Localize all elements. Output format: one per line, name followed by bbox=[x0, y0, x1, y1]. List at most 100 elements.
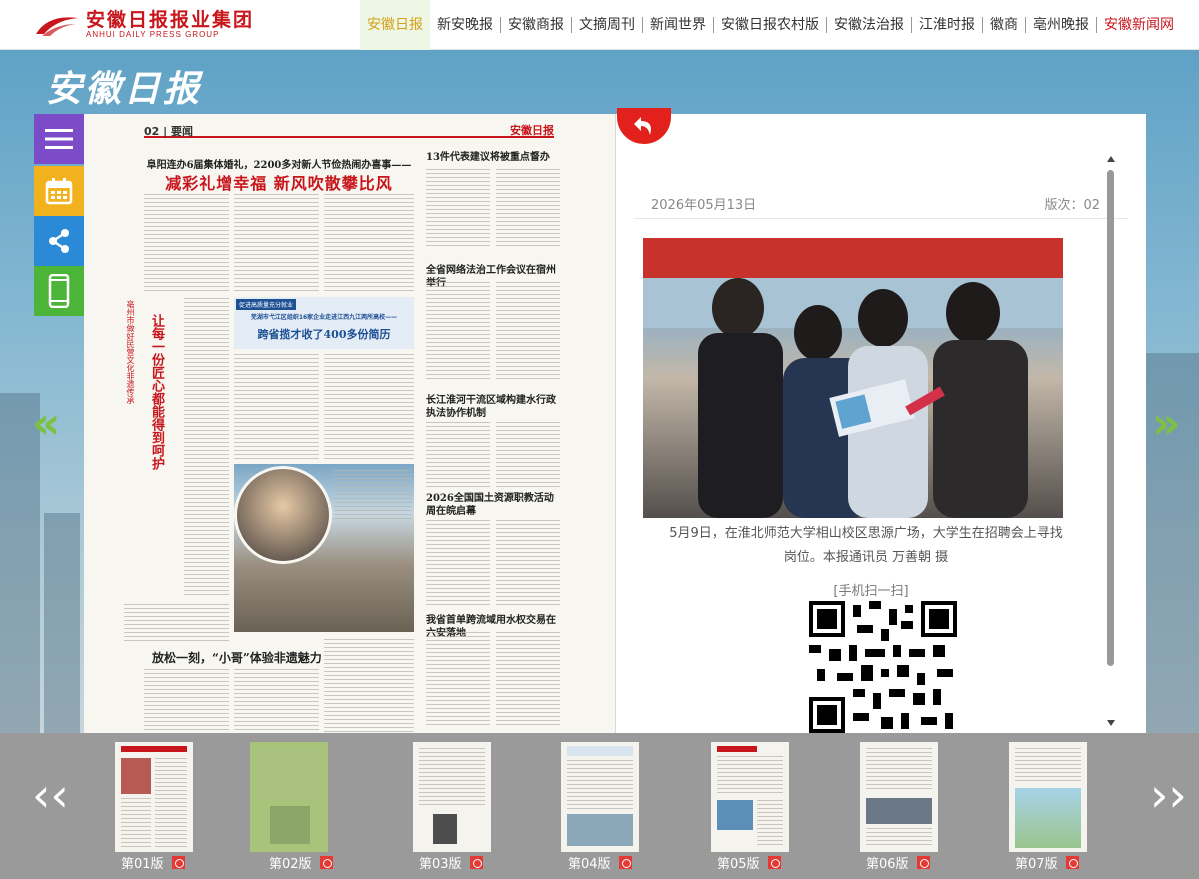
thumbnail-label-05[interactable]: 第05版 bbox=[717, 853, 781, 872]
page-thumbnail-03[interactable] bbox=[413, 742, 491, 852]
article-text-block bbox=[496, 169, 560, 249]
thumbs-prev-arrow-icon[interactable]: ‹‹ bbox=[32, 772, 69, 818]
pdf-download-icon[interactable] bbox=[618, 856, 632, 869]
menu-icon bbox=[45, 129, 73, 149]
page-thumbnail-04[interactable] bbox=[561, 742, 639, 852]
nav-jianghuai-times[interactable]: 江淮时报 bbox=[912, 17, 983, 33]
pdf-download-icon[interactable] bbox=[916, 856, 930, 869]
article-text-block bbox=[124, 604, 229, 644]
press-group-logo[interactable]: 安徽日报报业集团 ANHUI DAILY PRESS GROUP bbox=[34, 6, 254, 44]
calendar-icon bbox=[45, 178, 73, 205]
article-text-block bbox=[144, 194, 229, 294]
pdf-download-icon[interactable] bbox=[171, 856, 185, 869]
page-thumbnail-06[interactable] bbox=[860, 742, 938, 852]
issue-date: 2026年05月13日 bbox=[651, 198, 757, 213]
photo-caption: 5月9日，在淮北师范大学相山校区思源广场，大学生在招聘会上寻找岗位。本报通讯员 … bbox=[669, 526, 1063, 565]
share-button[interactable] bbox=[34, 216, 84, 266]
nav-legal-daily[interactable]: 安徽法治报 bbox=[827, 17, 912, 33]
article-text-block bbox=[234, 194, 319, 294]
page-thumbnail-05[interactable] bbox=[711, 742, 789, 852]
right-headline-1[interactable]: 13件代表建议将被重点督办 bbox=[426, 151, 562, 164]
headline-main[interactable]: 减彩礼增幸福 新风吹散攀比风 bbox=[144, 170, 414, 194]
thumbnail-label-02[interactable]: 第02版 bbox=[269, 853, 333, 872]
reader-scrollbar[interactable] bbox=[1104, 154, 1118, 728]
thumbs-next-arrow-icon[interactable]: ›› bbox=[1150, 772, 1187, 818]
vertical-subheadline: 亳州市做好民营文化非遗传承 bbox=[126, 300, 135, 404]
photo-caption-text bbox=[334, 470, 412, 520]
article-text-block bbox=[426, 169, 490, 249]
nav-anhui-news-net[interactable]: 安徽新闻网 bbox=[1097, 17, 1181, 33]
article-meta: 2026年05月13日 版次：02 bbox=[634, 189, 1128, 219]
page-brand: 安徽日报 bbox=[510, 124, 554, 137]
nav-rural-edition[interactable]: 安徽日报农村版 bbox=[714, 17, 827, 33]
logo-swoosh-icon bbox=[36, 17, 78, 36]
calendar-button[interactable] bbox=[34, 166, 84, 216]
nav-huishang[interactable]: 徽商 bbox=[983, 17, 1026, 33]
article-text-block bbox=[496, 282, 560, 382]
page-thumbnail-01[interactable] bbox=[115, 742, 193, 852]
top-bar: 安徽日报报业集团 ANHUI DAILY PRESS GROUP 安徽日报 新安… bbox=[0, 0, 1199, 50]
article-text-block bbox=[496, 520, 560, 608]
nav-anhui-daily[interactable]: 安徽日报 bbox=[360, 0, 430, 50]
thumbnail-label-01[interactable]: 第01版 bbox=[121, 853, 185, 872]
pdf-download-icon[interactable] bbox=[469, 856, 483, 869]
thumbnail-label-04[interactable]: 第04版 bbox=[568, 853, 632, 872]
nav-anhui-business[interactable]: 安徽商报 bbox=[501, 17, 572, 33]
highlight-headline[interactable]: 跨省揽才收了400多份简历 bbox=[240, 326, 408, 342]
article-reader-panel: 2026年05月13日 版次：02 5月9日，在淮北师范大学相山校区思源广场，大… bbox=[616, 114, 1146, 733]
qr-code-icon bbox=[809, 601, 957, 733]
nav-digest-weekly[interactable]: 文摘周刊 bbox=[572, 17, 643, 33]
article-text-block bbox=[426, 632, 490, 727]
scroll-up-arrow-icon[interactable] bbox=[1107, 156, 1115, 162]
article-text-block bbox=[144, 669, 229, 733]
article-text-block bbox=[426, 422, 490, 487]
masthead-logo: 安徽日报 bbox=[46, 68, 203, 110]
nav-bozhou-evening[interactable]: 亳州晚报 bbox=[1026, 17, 1097, 33]
nav-xinan-evening[interactable]: 新安晚报 bbox=[430, 17, 501, 33]
building-shape bbox=[44, 513, 80, 733]
scroll-thumb[interactable] bbox=[1107, 170, 1114, 666]
bottom-headline[interactable]: 放松一刻，“小哥”体验非遗魅力 bbox=[152, 649, 352, 666]
logo-english: ANHUI DAILY PRESS GROUP bbox=[86, 30, 220, 39]
newspaper-page-image[interactable]: 02 | 要闻 安徽日报 阜阳连办6届集体婚礼，2200多对新人节俭热闹办喜事—… bbox=[84, 114, 616, 733]
page-header: 02 | 要闻 安徽日报 bbox=[144, 124, 554, 138]
mobile-button[interactable] bbox=[34, 266, 84, 316]
next-page-arrow-icon[interactable]: » bbox=[1152, 402, 1180, 446]
right-headline-4[interactable]: 2026全国国土资源职教活动周在皖启幕 bbox=[426, 492, 562, 518]
highlight-tag: 促进高质量充分就业 bbox=[236, 299, 297, 310]
headline-kicker[interactable]: 阜阳连办6届集体婚礼，2200多对新人节俭热闹办喜事—— bbox=[144, 156, 414, 171]
article-text-block bbox=[426, 282, 490, 382]
article-text-block bbox=[324, 194, 414, 294]
logo-name: 安徽日报报业集团 bbox=[86, 9, 255, 31]
pdf-download-icon[interactable] bbox=[1065, 856, 1079, 869]
right-headline-3[interactable]: 长江淮河干流区域构建水行政执法协作机制 bbox=[426, 394, 562, 420]
article-text-block bbox=[234, 354, 319, 459]
students-photo-inset bbox=[234, 466, 332, 564]
thumbnail-label-07[interactable]: 第07版 bbox=[1015, 853, 1079, 872]
page-thumbnail-02[interactable] bbox=[250, 742, 328, 852]
job-fair-photo bbox=[643, 238, 1063, 518]
thumbnail-label-06[interactable]: 第06版 bbox=[866, 853, 930, 872]
pdf-download-icon[interactable] bbox=[319, 856, 333, 869]
phone-icon bbox=[48, 274, 70, 308]
nav-news-world[interactable]: 新闻世界 bbox=[643, 17, 714, 33]
photo-scene bbox=[643, 238, 1063, 518]
back-arrow-icon bbox=[634, 117, 651, 135]
scroll-down-arrow-icon[interactable] bbox=[1107, 720, 1115, 726]
thumbnail-label-03[interactable]: 第03版 bbox=[419, 853, 483, 872]
article-text-block bbox=[184, 298, 229, 598]
paper-nav: 安徽日报 新安晚报 安徽商报 文摘周刊 新闻世界 安徽日报农村版 安徽法治报 江… bbox=[360, 0, 1181, 50]
pdf-download-icon[interactable] bbox=[767, 856, 781, 869]
menu-button[interactable] bbox=[34, 114, 84, 164]
vertical-headline[interactable]: 让每一份匠心都能得到呵护 bbox=[146, 314, 164, 470]
page-number-label: 02 | 要闻 bbox=[144, 125, 193, 138]
prev-page-arrow-icon[interactable]: « bbox=[32, 402, 60, 446]
share-icon bbox=[49, 229, 69, 253]
article-text-block bbox=[234, 669, 319, 733]
page-thumbnail-07[interactable] bbox=[1009, 742, 1087, 852]
article-text-block bbox=[496, 422, 560, 487]
scan-label: [手机扫一扫] bbox=[833, 584, 909, 599]
highlight-kicker: 芜湖市弋江区组织16家企业走进江西九江两所高校—— bbox=[250, 314, 398, 321]
article-text-block bbox=[496, 632, 560, 727]
article-text-block bbox=[324, 639, 414, 733]
